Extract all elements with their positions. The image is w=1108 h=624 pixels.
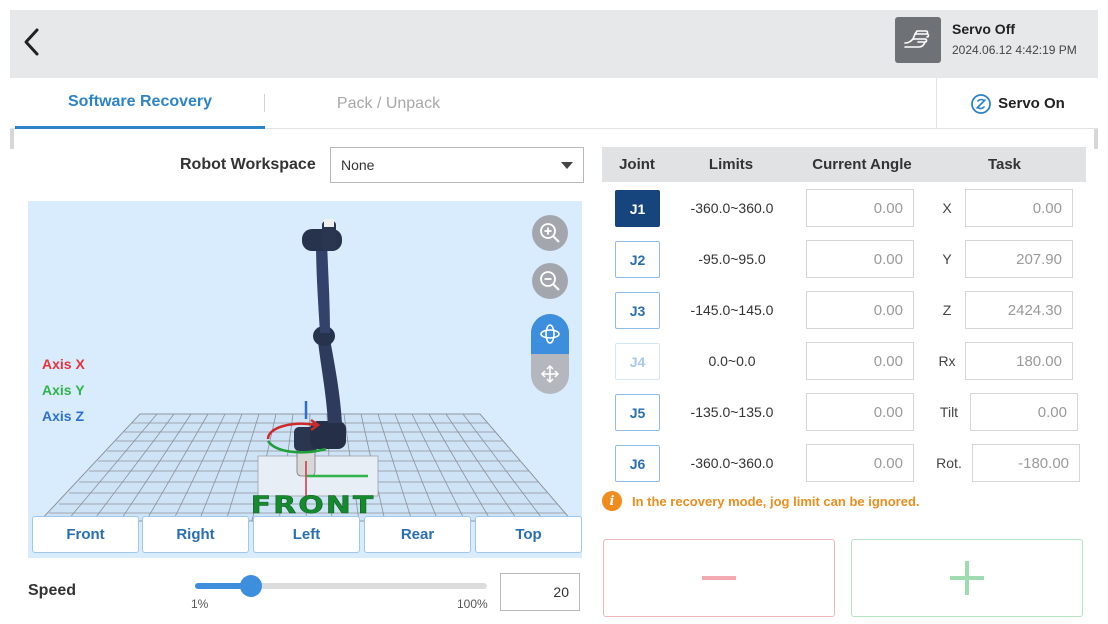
servo-on-button[interactable]: Servo On [936, 78, 1098, 129]
servo-power-icon [971, 93, 992, 114]
speed-slider-thumb[interactable] [240, 575, 262, 597]
notice-text: In the recovery mode, jog limit can be i… [632, 493, 920, 509]
joint-button-j3[interactable]: J3 [615, 292, 660, 329]
info-icon: i [602, 491, 622, 511]
zoom-in-icon [540, 223, 560, 243]
pan-view-button[interactable] [531, 354, 569, 394]
servo-on-label: Servo On [998, 95, 1065, 112]
back-button[interactable] [14, 22, 50, 62]
tab-divider [264, 94, 265, 112]
workspace-label: Robot Workspace [180, 156, 316, 173]
caret-down-icon [561, 162, 573, 169]
header-current-angle: Current Angle [812, 156, 912, 173]
header-task: Task [987, 156, 1022, 173]
workspace-select[interactable]: None [330, 147, 584, 183]
joint-limit: 0.0~0.0 [708, 353, 756, 369]
speed-label: Speed [28, 582, 77, 599]
jog-minus-button[interactable] [603, 539, 835, 617]
view-left-button[interactable]: Left [253, 516, 360, 553]
move-arrows-icon [540, 364, 560, 384]
rotate-view-button[interactable] [531, 314, 569, 354]
task-value-field[interactable]: 2424.30 [965, 291, 1073, 329]
task-value-field[interactable]: 207.90 [965, 240, 1073, 278]
recovery-panel: Software Recovery Pack / Unpack Servo On… [10, 78, 1098, 624]
header-joint: Joint [619, 156, 655, 173]
task-value-field[interactable]: 0.00 [965, 189, 1073, 227]
task-label: Tilt [939, 404, 959, 420]
current-angle-field[interactable]: 0.00 [806, 291, 914, 329]
joint-button-j5[interactable]: J5 [615, 394, 660, 431]
robot-arm [294, 219, 346, 477]
panel-edge-left [10, 129, 14, 149]
view-front-button[interactable]: Front [32, 516, 139, 553]
chevron-left-icon [24, 28, 39, 56]
current-angle-field[interactable]: 0.00 [806, 444, 914, 482]
current-angle-field[interactable]: 0.00 [806, 393, 914, 431]
robot-3d-viewport[interactable]: FRONT Axis X Axis Y Axis Z [28, 201, 582, 558]
panel-edge-right [1094, 129, 1098, 149]
joint-limit: -360.0~360.0 [690, 455, 774, 471]
joint-button-j2[interactable]: J2 [615, 241, 660, 278]
joint-button-j4[interactable]: J4 [615, 343, 660, 380]
joint-limit: -360.0~360.0 [690, 200, 774, 216]
joint-button-j1[interactable]: J1 [615, 190, 660, 227]
tab-bar: Software Recovery Pack / Unpack Servo On [10, 78, 1098, 129]
view-top-button[interactable]: Top [475, 516, 582, 553]
task-label: Z [942, 302, 952, 318]
joint-limit: -145.0~145.0 [690, 302, 774, 318]
zoom-out-button[interactable] [532, 263, 568, 299]
speed-slider[interactable] [195, 583, 487, 589]
joint-button-j6[interactable]: J6 [615, 445, 660, 482]
axis-y-label: Axis Y [42, 382, 85, 398]
speed-input[interactable]: 20 [500, 573, 580, 611]
zoom-out-icon [540, 271, 560, 291]
axis-x-label: Axis X [42, 356, 85, 372]
view-mode-toggle [531, 314, 569, 394]
current-angle-field[interactable]: 0.00 [806, 189, 914, 227]
tab-pack-unpack[interactable]: Pack / Unpack [266, 78, 511, 129]
servo-status-indicator [895, 17, 941, 63]
jog-plus-button[interactable] [851, 539, 1083, 617]
servo-status-text: Servo Off [952, 21, 1016, 37]
joint-table-header: Joint Limits Current Angle Task [602, 147, 1086, 182]
header-limits: Limits [708, 156, 754, 173]
joint-limit: -135.0~135.0 [690, 404, 774, 420]
task-label: Rx [938, 353, 956, 369]
hand-icon [904, 30, 930, 48]
workspace-value: None [341, 157, 375, 173]
zoom-in-button[interactable] [532, 215, 568, 251]
task-label: Rot. [936, 455, 962, 471]
task-value-field[interactable]: -180.00 [972, 444, 1080, 482]
robot-scene: FRONT [39, 219, 573, 522]
joint-limit: -95.0~95.0 [698, 251, 766, 267]
view-rear-button[interactable]: Rear [364, 516, 471, 553]
axis-z-label: Axis Z [42, 408, 85, 424]
speed-max-label: 100% [457, 597, 488, 611]
task-label: X [942, 200, 952, 216]
recovery-notice: i In the recovery mode, jog limit can be… [602, 491, 920, 511]
tab-software-recovery[interactable]: Software Recovery [15, 78, 265, 129]
datetime: 2024.06.12 4:42:19 PM [952, 43, 1077, 57]
current-angle-field[interactable]: 0.00 [806, 342, 914, 380]
task-value-field[interactable]: 180.00 [965, 342, 1073, 380]
plus-icon [950, 561, 984, 595]
top-bar: Servo Off 2024.06.12 4:42:19 PM [10, 10, 1098, 78]
minus-icon [702, 576, 736, 580]
speed-min-label: 1% [191, 597, 209, 611]
view-right-button[interactable]: Right [142, 516, 249, 553]
task-value-field[interactable]: 0.00 [970, 393, 1078, 431]
rotate-3d-icon [540, 324, 560, 344]
task-label: Y [942, 251, 952, 267]
current-angle-field[interactable]: 0.00 [806, 240, 914, 278]
